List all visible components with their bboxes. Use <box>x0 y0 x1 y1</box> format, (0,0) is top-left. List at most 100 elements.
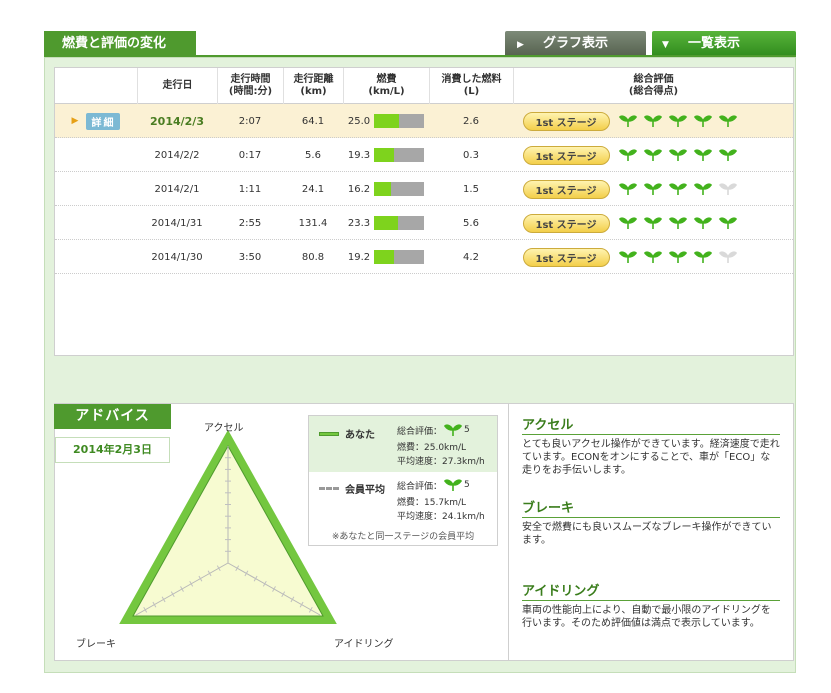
sprout-icon <box>619 217 637 229</box>
stage-badge: 1st ステージ <box>522 145 610 165</box>
table-row[interactable]: ▶ 詳細 2014/2/3 2:07 64.1 25.0 2.6 1st ステージ <box>55 104 793 138</box>
legend-avg-line <box>319 487 339 490</box>
legend-you-score: 5 <box>464 425 470 435</box>
sprout-rating <box>619 250 737 264</box>
cell-stage: 1st ステージ <box>513 240 619 274</box>
axis-label-accel: アクセル <box>204 423 244 434</box>
legend-you-rating-label: 総合評価： <box>397 426 443 437</box>
cell-economy: 16.2 <box>343 172 429 206</box>
advice-divider <box>508 404 509 660</box>
legend-you-name: あなた <box>345 430 375 441</box>
graph-view-label: グラフ表示 <box>543 36 609 51</box>
cell-rating <box>619 172 743 206</box>
economy-bar-fill <box>374 148 394 162</box>
sprout-icon <box>719 183 737 195</box>
economy-value: 19.2 <box>347 251 371 263</box>
table-row[interactable]: 2014/2/2 0:17 5.6 19.3 0.3 1st ステージ <box>55 138 793 172</box>
cell-economy: 19.3 <box>343 138 429 172</box>
stage-badge: 1st ステージ <box>522 111 610 131</box>
legend-note: ※あなたと同一ステージの会員平均 <box>331 532 475 542</box>
cell-date: 2014/2/2 <box>154 149 200 161</box>
col-fuel: 消費した燃料 (L) <box>429 68 513 104</box>
sprout-icon <box>669 115 687 127</box>
cell-stage: 1st ステージ <box>513 104 619 138</box>
advice-accel-title: アクセル <box>522 414 780 435</box>
cell-distance: 64.1 <box>301 115 325 127</box>
sprout-icon <box>694 183 712 195</box>
sprout-icon <box>644 115 662 127</box>
legend-you-rating: 総合評価： 5 <box>397 423 470 437</box>
sprout-icon <box>619 251 637 263</box>
legend-avg-speed: 平均速度：24.1km/h <box>397 512 485 522</box>
cell-fuel: 5.6 <box>463 217 479 229</box>
advice-brake: ブレーキ 安全で燃費にも良いスムーズなブレーキ操作ができています。 <box>522 497 780 547</box>
sprout-icon <box>444 424 463 436</box>
sprout-icon <box>619 149 637 161</box>
stage-badge: 1st ステージ <box>522 179 610 199</box>
advice-idling-title: アイドリング <box>522 580 780 601</box>
legend-avg-economy: 燃費：15.7km/L <box>397 498 467 508</box>
sprout-icon <box>694 251 712 263</box>
col-rating: 総合評価 (総合得点) <box>513 68 793 104</box>
graph-view-button[interactable]: ▶ グラフ表示 <box>505 31 646 56</box>
cell-time: 0:17 <box>238 149 262 161</box>
economy-bar <box>374 250 425 264</box>
legend-avg-rating-label: 総合評価： <box>397 481 443 492</box>
economy-value: 23.3 <box>347 217 371 229</box>
cell-time: 3:50 <box>238 251 262 263</box>
table-row[interactable]: 2014/2/1 1:11 24.1 16.2 1.5 1st ステージ <box>55 172 793 206</box>
economy-bar-fill <box>374 114 400 128</box>
advice-brake-text: 安全で燃費にも良いスムーズなブレーキ操作ができています。 <box>522 522 772 546</box>
stage-badge: 1st ステージ <box>522 213 610 233</box>
cell-economy: 23.3 <box>343 206 429 240</box>
cell-time: 2:07 <box>238 115 262 127</box>
detail-cell: ▶ 詳細 <box>55 104 137 138</box>
cell-stage: 1st ステージ <box>513 138 619 172</box>
sprout-icon <box>694 149 712 161</box>
detail-link[interactable]: ▶ 詳細 <box>72 112 121 130</box>
sprout-icon <box>694 217 712 229</box>
table-row[interactable]: 2014/1/30 3:50 80.8 19.2 4.2 1st ステージ <box>55 240 793 274</box>
sprout-icon <box>644 149 662 161</box>
advice-idling: アイドリング 車両の性能向上により、自動で最小限のアイドリングを行います。そのた… <box>522 580 780 630</box>
sprout-icon <box>669 183 687 195</box>
cell-rating <box>619 206 743 240</box>
cell-rating <box>619 104 743 138</box>
economy-bar <box>374 216 425 230</box>
advice-idling-text: 車両の性能向上により、自動で最小限のアイドリングを行います。そのため評価値は満点… <box>522 605 771 629</box>
sprout-icon <box>669 149 687 161</box>
sprout-rating <box>619 216 737 230</box>
col-time: 走行時間 (時間:分) <box>217 68 283 104</box>
axis-label-brake: ブレーキ <box>76 639 116 650</box>
economy-bar <box>374 148 425 162</box>
list-view-button[interactable]: ▼ 一覧表示 <box>652 31 796 56</box>
col-date: 走行日 <box>137 68 217 104</box>
economy-bar-fill <box>374 216 398 230</box>
cell-economy: 19.2 <box>343 240 429 274</box>
legend-you-speed: 平均速度：27.3km/h <box>397 457 485 467</box>
detail-button[interactable]: 詳細 <box>86 112 121 130</box>
table-row[interactable]: 2014/1/31 2:55 131.4 23.3 5.6 1st ステージ <box>55 206 793 240</box>
radar-legend: あなた 総合評価： 5 燃費：25.0km/L 平均速度：27.3km/h 会員… <box>308 415 498 546</box>
advice-brake-title: ブレーキ <box>522 497 780 518</box>
history-table: 走行日 走行時間 (時間:分) 走行距離 (km) 燃費 (km/L) 消費した… <box>54 67 794 356</box>
cell-time: 1:11 <box>238 183 262 195</box>
sprout-icon <box>694 115 712 127</box>
sprout-icon <box>719 217 737 229</box>
advice-accel-text: とても良いアクセル操作ができています。経済速度で走れています。ECONをオンにす… <box>522 439 780 476</box>
economy-value: 16.2 <box>347 183 371 195</box>
legend-avg-name: 会員平均 <box>345 485 385 496</box>
cell-distance: 80.8 <box>301 251 325 263</box>
sprout-icon <box>719 115 737 127</box>
cell-distance: 24.1 <box>301 183 325 195</box>
cell-fuel: 4.2 <box>463 251 479 263</box>
cell-stage: 1st ステージ <box>513 206 619 240</box>
economy-bar <box>374 182 425 196</box>
legend-avg-row: 会員平均 <box>319 481 385 496</box>
table-header: 走行日 走行時間 (時間:分) 走行距離 (km) 燃費 (km/L) 消費した… <box>55 68 793 104</box>
cell-time: 2:55 <box>238 217 262 229</box>
economy-value: 19.3 <box>347 149 371 161</box>
sprout-icon <box>644 217 662 229</box>
cell-date: 2014/2/3 <box>150 114 204 128</box>
sprout-icon <box>644 183 662 195</box>
